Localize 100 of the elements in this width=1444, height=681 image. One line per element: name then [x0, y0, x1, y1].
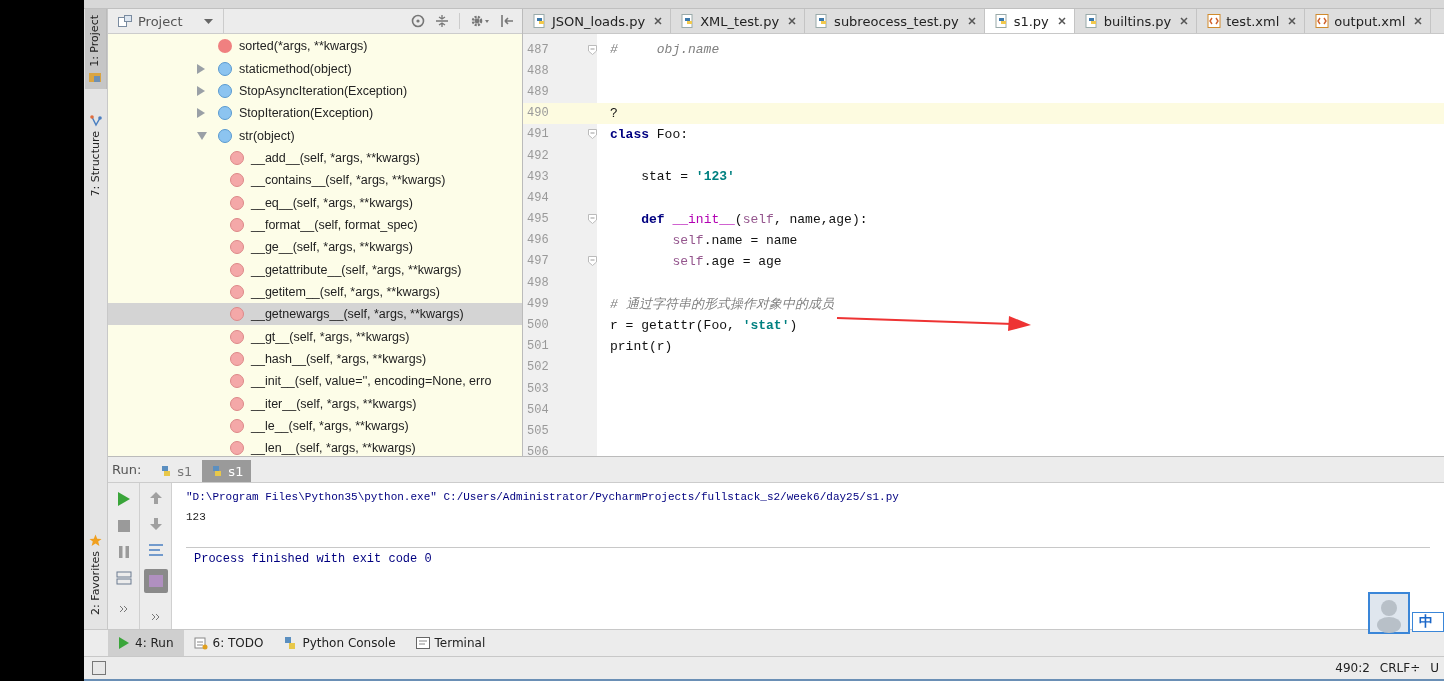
- tool-window-tab[interactable]: 6: TODO: [183, 630, 274, 656]
- tree-item[interactable]: StopIteration(Exception): [108, 102, 522, 125]
- line-number: 502: [526, 360, 550, 375]
- file-encoding[interactable]: U: [1425, 661, 1444, 675]
- run-icon[interactable]: [116, 491, 131, 507]
- line-number: 490: [526, 106, 550, 121]
- down-arrow-icon[interactable]: [148, 517, 163, 531]
- collapsed-arrow-icon[interactable]: [197, 63, 205, 74]
- tree-item[interactable]: str(object): [108, 124, 522, 147]
- collapsed-arrow-icon[interactable]: [197, 85, 205, 96]
- code-line: self.name = name: [671, 232, 798, 248]
- editor-tab[interactable]: builtins.py: [1074, 9, 1198, 33]
- layout-icon[interactable]: [115, 571, 132, 585]
- fold-marker-icon[interactable]: [587, 44, 597, 55]
- star-icon: [89, 534, 102, 548]
- line-number: 496: [526, 233, 550, 248]
- tree-item[interactable]: __getitem__(self, *args, **kwargs): [108, 280, 522, 304]
- tool-window-tab[interactable]: Python Console: [273, 630, 406, 656]
- method-icon: [230, 195, 244, 210]
- ime-indicator[interactable]: 中: [1412, 612, 1444, 632]
- tree-item[interactable]: __getnewargs__(self, *args, **kwargs): [108, 303, 522, 326]
- tree-item[interactable]: __le__(self, *args, **kwargs): [108, 414, 522, 438]
- run-tab[interactable]: s1: [151, 460, 201, 482]
- method-icon: [230, 284, 244, 299]
- caret-icon: [204, 18, 213, 24]
- method-icon: [230, 240, 244, 255]
- caret-position[interactable]: 490:2: [1330, 661, 1375, 675]
- up-arrow-icon[interactable]: [148, 491, 163, 505]
- tree-item[interactable]: __format__(self, format_spec): [108, 213, 522, 237]
- method-icon: [230, 374, 244, 389]
- tree-item[interactable]: __getattribute__(self, *args, **kwargs): [108, 258, 522, 281]
- locate-icon[interactable]: [411, 14, 425, 28]
- tree-item[interactable]: sorted(*args, **kwargs): [108, 35, 522, 58]
- line-separator[interactable]: CRLF÷: [1374, 661, 1426, 675]
- python-file-icon: [681, 14, 696, 28]
- tree-item[interactable]: __eq__(self, *args, **kwargs): [108, 191, 522, 214]
- python-file-icon: [1084, 14, 1099, 28]
- xml-file-icon: [1315, 14, 1330, 28]
- tool-window-button[interactable]: 1: Project: [84, 9, 107, 89]
- method-icon: [230, 150, 244, 165]
- editor-tab[interactable]: subreocess_test.py: [805, 9, 985, 33]
- code-line: print(r): [609, 338, 673, 354]
- collapse-icon[interactable]: [435, 14, 449, 28]
- line-number: 500: [526, 318, 550, 333]
- expanded-arrow-icon[interactable]: [197, 131, 207, 140]
- editor-tab[interactable]: output.xml: [1305, 9, 1432, 33]
- more-icon[interactable]: [150, 613, 161, 621]
- close-icon[interactable]: [1180, 17, 1189, 25]
- tree-item[interactable]: __len__(self, *args, **kwargs): [108, 437, 522, 456]
- close-icon[interactable]: [1288, 17, 1297, 25]
- fold-marker-icon[interactable]: [587, 214, 597, 225]
- close-icon[interactable]: [967, 17, 976, 25]
- tree-item[interactable]: StopAsyncIteration(Exception): [108, 79, 522, 103]
- tree-item[interactable]: __add__(self, *args, **kwargs): [108, 146, 522, 170]
- tree-item[interactable]: __gt__(self, *args, **kwargs): [108, 325, 522, 348]
- close-icon[interactable]: [1414, 17, 1423, 25]
- close-icon[interactable]: [654, 17, 663, 25]
- pause-icon[interactable]: [116, 545, 131, 559]
- code-line: def __init__(self, name,age):: [640, 211, 868, 227]
- wrap-icon[interactable]: [147, 543, 164, 557]
- tool-window-tab[interactable]: 4: Run: [108, 630, 184, 656]
- stop-icon[interactable]: [116, 519, 131, 533]
- tree-item[interactable]: __init__(self, value='', encoding=None, erro: [108, 370, 522, 393]
- tool-window-button[interactable]: 7: Structure: [84, 108, 107, 203]
- close-icon[interactable]: [1057, 17, 1066, 25]
- tree-item[interactable]: __hash__(self, *args, **kwargs): [108, 347, 522, 371]
- tree-item[interactable]: __iter__(self, *args, **kwargs): [108, 392, 522, 415]
- structure-icon: [89, 114, 102, 127]
- line-number: 499: [526, 296, 550, 311]
- avatar-silhouette[interactable]: [1368, 592, 1410, 634]
- tool-window-tab[interactable]: Terminal: [405, 630, 496, 656]
- editor-tab[interactable]: test.xml: [1197, 9, 1306, 33]
- more-icon[interactable]: [118, 605, 129, 613]
- line-number: 505: [526, 423, 550, 438]
- line-number: 497: [526, 254, 550, 269]
- method-icon: [230, 441, 244, 456]
- settings-icon[interactable]: [470, 14, 490, 28]
- toggle-panels-icon[interactable]: [92, 661, 106, 675]
- tool-window-button[interactable]: 2: Favorites: [84, 528, 107, 621]
- scroll-to-end-icon[interactable]: [143, 569, 168, 593]
- console-line: Process finished with exit code 0: [186, 547, 1430, 570]
- line-number: 487: [526, 42, 550, 57]
- method-icon: [230, 307, 244, 322]
- line-number: 492: [526, 148, 550, 163]
- editor-tab[interactable]: JSON_loads.py: [523, 9, 672, 33]
- fold-marker-icon[interactable]: [587, 256, 597, 267]
- class-icon: [218, 128, 232, 143]
- tree-item[interactable]: staticmethod(object): [108, 57, 522, 80]
- editor-tab[interactable]: XML_test.py: [671, 9, 806, 33]
- class-icon: [218, 106, 232, 121]
- line-number: 488: [526, 63, 550, 78]
- folder-icon: [89, 70, 101, 83]
- close-icon[interactable]: [788, 17, 797, 25]
- editor-tab[interactable]: s1.py: [984, 9, 1075, 33]
- collapsed-arrow-icon[interactable]: [197, 108, 205, 119]
- tree-item[interactable]: __ge__(self, *args, **kwargs): [108, 236, 522, 259]
- run-icon: [118, 636, 130, 650]
- fold-marker-icon[interactable]: [587, 129, 597, 140]
- hide-panel-icon[interactable]: [500, 14, 514, 28]
- tree-item[interactable]: __contains__(self, *args, **kwargs): [108, 169, 522, 192]
